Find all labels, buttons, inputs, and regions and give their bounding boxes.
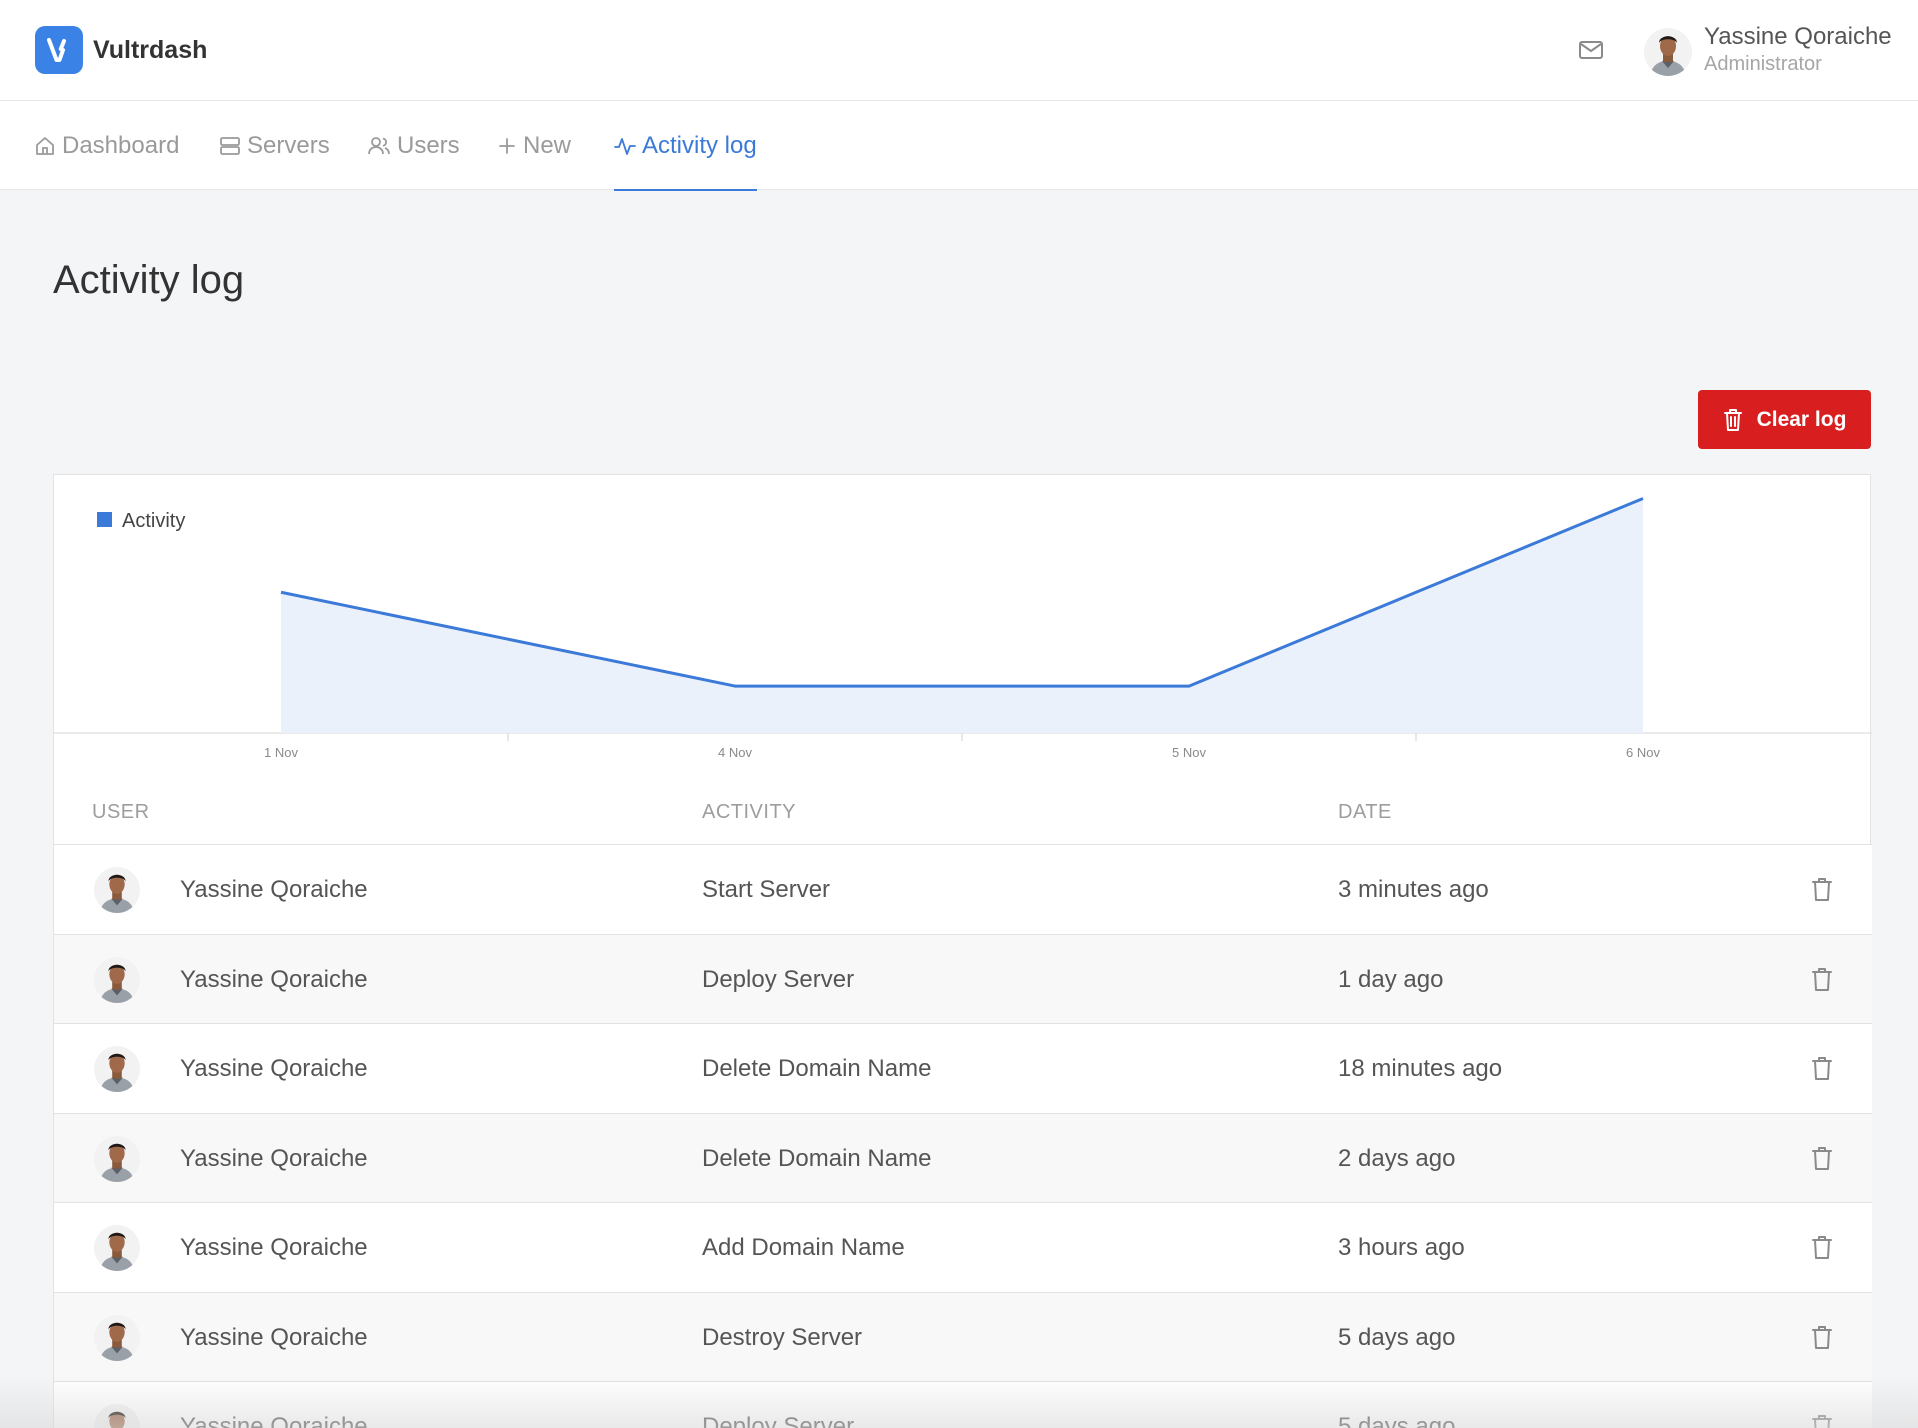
row-activity: Delete Domain Name bbox=[702, 1144, 932, 1172]
series-area bbox=[281, 498, 1643, 733]
top-header: Vultrdash Yassine Qoraiche Administrator bbox=[0, 0, 1918, 101]
row-date: 1 day ago bbox=[1338, 965, 1444, 993]
legend-swatch bbox=[97, 512, 112, 527]
column-header-user: USER bbox=[92, 801, 150, 823]
row-date: 5 days ago bbox=[1338, 1323, 1456, 1351]
mail-icon[interactable] bbox=[1576, 37, 1606, 63]
x-tick-label: 1 Nov bbox=[264, 745, 298, 760]
row-avatar bbox=[94, 1225, 140, 1271]
row-avatar bbox=[94, 1046, 140, 1092]
page-title: Activity log bbox=[53, 258, 245, 302]
row-avatar bbox=[94, 956, 140, 1003]
activity-table-body: Yassine Qoraiche Start Server 3 minutes ag… bbox=[54, 845, 1872, 1428]
clear-log-button[interactable]: Clear log bbox=[1698, 390, 1871, 449]
nav-label-activity-log: Activity log bbox=[642, 131, 757, 159]
row-activity: Destroy Server bbox=[702, 1323, 863, 1351]
nav-item-activity-log[interactable]: Activity log bbox=[614, 101, 757, 191]
table-row: Yassine Qoraiche Deploy Server 5 days ago bbox=[54, 1382, 1872, 1428]
home-icon bbox=[36, 136, 54, 155]
nav-item-new[interactable]: New bbox=[497, 101, 571, 190]
delete-row-icon[interactable] bbox=[1810, 876, 1834, 902]
row-user: Yassine Qoraiche bbox=[180, 1413, 368, 1428]
row-activity: Delete Domain Name bbox=[702, 1055, 932, 1082]
app-logo[interactable]: Vultrdash bbox=[35, 26, 207, 74]
activity-card: Activity 1 Nov 4 Nov 5 Nov 6 Nov USER ACTIV… bbox=[53, 474, 1872, 1428]
user-role: Administrator bbox=[1704, 53, 1822, 75]
row-avatar bbox=[94, 1135, 140, 1182]
main-nav: Dashboard Servers Users New Activity log bbox=[0, 101, 1918, 191]
plus-icon bbox=[499, 137, 515, 154]
users-icon bbox=[368, 136, 390, 154]
row-activity: Start Server bbox=[702, 876, 831, 903]
column-header-date: DATE bbox=[1338, 801, 1392, 823]
logo-mark-icon bbox=[35, 26, 83, 74]
row-avatar bbox=[94, 867, 140, 913]
delete-row-icon[interactable] bbox=[1810, 1413, 1834, 1428]
row-activity: Deploy Server bbox=[702, 965, 855, 993]
row-date: 3 hours ago bbox=[1338, 1234, 1465, 1261]
trash-icon bbox=[1723, 408, 1742, 431]
x-tick-label: 6 Nov bbox=[1626, 745, 1660, 760]
row-user: Yassine Qoraiche bbox=[180, 1323, 368, 1351]
row-user: Yassine Qoraiche bbox=[180, 1055, 368, 1082]
nav-item-servers[interactable]: Servers bbox=[219, 101, 330, 190]
legend-label: Activity bbox=[122, 510, 185, 532]
row-date: 3 minutes ago bbox=[1338, 876, 1489, 903]
row-date: 5 days ago bbox=[1338, 1413, 1456, 1428]
row-avatar bbox=[94, 1404, 140, 1428]
table-row: Yassine Qoraiche Destroy Server 5 days ago bbox=[54, 1292, 1872, 1382]
table-row: Yassine Qoraiche Deploy Server 1 day ago bbox=[54, 934, 1872, 1024]
delete-row-icon[interactable] bbox=[1810, 1145, 1834, 1171]
nav-label-users: Users bbox=[397, 131, 460, 159]
table-header: USER ACTIVITY DATE bbox=[54, 775, 1872, 845]
x-tick-label: 4 Nov bbox=[718, 745, 752, 760]
row-activity: Deploy Server bbox=[702, 1413, 855, 1428]
nav-item-dashboard[interactable]: Dashboard bbox=[34, 101, 179, 190]
clear-log-label: Clear log bbox=[1756, 407, 1847, 431]
activity-icon bbox=[614, 137, 636, 155]
server-icon bbox=[220, 136, 240, 155]
delete-row-icon[interactable] bbox=[1810, 1324, 1834, 1350]
row-date: 18 minutes ago bbox=[1338, 1055, 1503, 1082]
app-name: Vultrdash bbox=[93, 35, 208, 64]
row-date: 2 days ago bbox=[1338, 1144, 1456, 1172]
row-user: Yassine Qoraiche bbox=[180, 1144, 368, 1172]
nav-item-users[interactable]: Users bbox=[367, 101, 460, 190]
nav-label-new: New bbox=[523, 131, 572, 159]
activity-chart: Activity 1 Nov 4 Nov 5 Nov 6 Nov bbox=[54, 497, 1872, 760]
nav-label-servers: Servers bbox=[247, 131, 330, 159]
nav-label-dashboard: Dashboard bbox=[62, 131, 180, 159]
user-name[interactable]: Yassine Qoraiche bbox=[1704, 23, 1892, 51]
delete-row-icon[interactable] bbox=[1810, 1055, 1834, 1081]
table-row: Yassine Qoraiche Delete Domain Name 18 min… bbox=[54, 1024, 1872, 1114]
table-row: Yassine Qoraiche Start Server 3 minutes ag… bbox=[54, 845, 1872, 935]
row-user: Yassine Qoraiche bbox=[180, 876, 368, 903]
row-activity: Add Domain Name bbox=[702, 1234, 905, 1261]
delete-row-icon[interactable] bbox=[1810, 966, 1834, 992]
row-avatar bbox=[94, 1314, 140, 1361]
row-user: Yassine Qoraiche bbox=[180, 1234, 368, 1261]
x-tick-label: 5 Nov bbox=[1172, 745, 1206, 760]
row-user: Yassine Qoraiche bbox=[180, 965, 368, 993]
column-header-activity: ACTIVITY bbox=[702, 801, 797, 823]
table-row: Yassine Qoraiche Add Domain Name 3 hours a… bbox=[54, 1203, 1872, 1293]
user-avatar[interactable] bbox=[1644, 28, 1692, 76]
table-row: Yassine Qoraiche Delete Domain Name 2 days… bbox=[54, 1113, 1872, 1203]
delete-row-icon[interactable] bbox=[1810, 1234, 1834, 1260]
